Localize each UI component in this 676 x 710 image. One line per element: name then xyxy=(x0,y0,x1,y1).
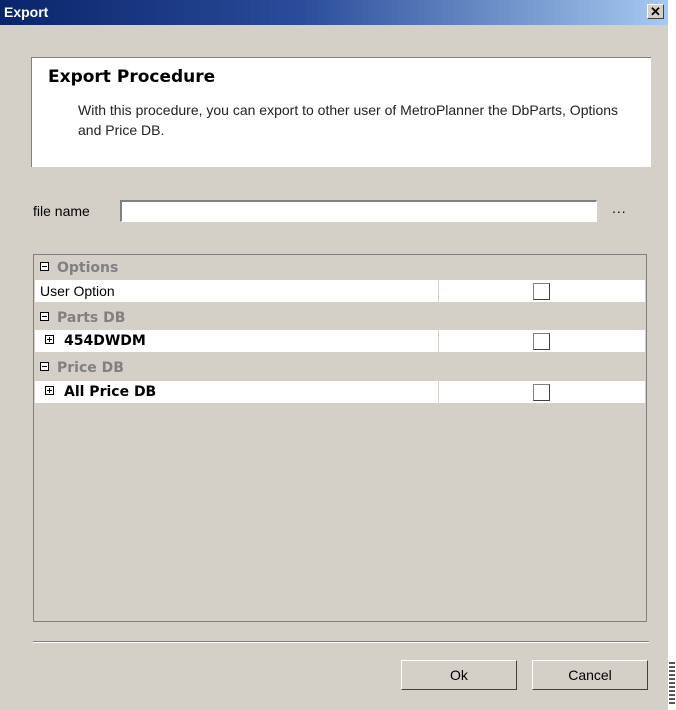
expand-icon[interactable] xyxy=(45,335,54,344)
close-button[interactable]: ✕ xyxy=(647,4,664,19)
category-label: Options xyxy=(57,260,119,276)
window-title: Export xyxy=(4,4,49,20)
close-icon: ✕ xyxy=(650,4,661,19)
title-bar[interactable]: Export ✕ xyxy=(0,0,668,25)
collapse-icon[interactable] xyxy=(40,362,49,371)
tree-row-454dwdm[interactable]: 454DWDM xyxy=(35,330,645,352)
category-label: Parts DB xyxy=(57,310,126,326)
browse-button[interactable]: ... xyxy=(612,200,627,216)
collapse-icon[interactable] xyxy=(40,262,49,271)
454dwdm-checkbox[interactable] xyxy=(533,333,550,350)
header-title: Export Procedure xyxy=(48,67,216,87)
all-price-db-checkbox[interactable] xyxy=(533,384,550,401)
header-description: With this procedure, you can export to o… xyxy=(78,102,619,138)
ok-label: Ok xyxy=(450,667,468,683)
category-parts-db[interactable]: Parts DB xyxy=(35,307,645,329)
expand-icon[interactable] xyxy=(45,386,54,395)
category-price-db[interactable]: Price DB xyxy=(35,357,645,379)
header-panel: Export Procedure With this procedure, yo… xyxy=(31,57,651,167)
file-name-input[interactable] xyxy=(120,200,597,222)
tree-row-user-option[interactable]: User Option xyxy=(35,280,645,302)
collapse-icon[interactable] xyxy=(40,312,49,321)
cancel-button[interactable]: Cancel xyxy=(532,660,648,690)
export-dialog: Export ✕ Export Procedure With this proc… xyxy=(0,0,668,710)
edge-watermark xyxy=(669,662,675,706)
item-label: 454DWDM xyxy=(64,333,146,349)
user-option-checkbox[interactable] xyxy=(533,283,550,300)
export-tree: Options User Option Parts DB 454DWDM Pri… xyxy=(33,254,647,622)
divider xyxy=(33,641,649,643)
category-label: Price DB xyxy=(57,360,124,376)
file-name-label: file name xyxy=(33,203,90,219)
item-label: User Option xyxy=(40,283,115,299)
category-options[interactable]: Options xyxy=(35,257,645,279)
ok-button[interactable]: Ok xyxy=(401,660,517,690)
item-label: All Price DB xyxy=(64,384,157,400)
tree-row-all-price-db[interactable]: All Price DB xyxy=(35,381,645,403)
cancel-label: Cancel xyxy=(568,667,612,683)
